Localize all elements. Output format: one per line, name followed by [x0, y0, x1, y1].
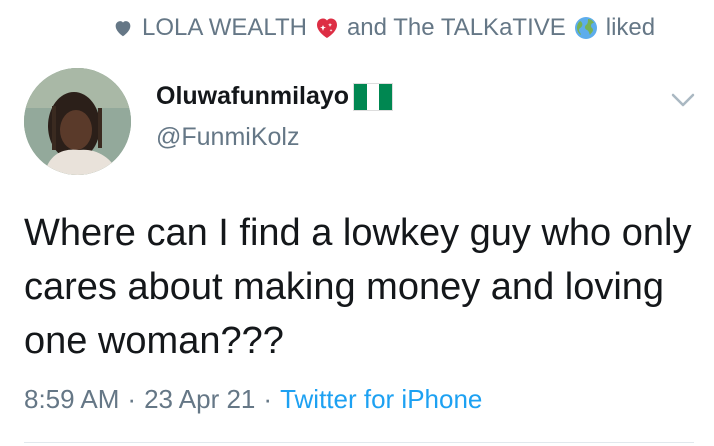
- heart-icon: [115, 21, 131, 37]
- display-name-text[interactable]: Oluwafunmilayo: [156, 82, 349, 111]
- meta-separator: ·: [263, 384, 273, 414]
- nigeria-flag-icon: [353, 82, 394, 111]
- author-handle[interactable]: @FunmiKolz: [156, 123, 393, 152]
- context-user-1[interactable]: LOLA WEALTH: [142, 14, 307, 42]
- context-conjunction[interactable]: and The TALKaTIVE: [347, 14, 566, 42]
- tweet-source-link[interactable]: Twitter for iPhone: [280, 384, 482, 415]
- context-action: liked: [605, 14, 656, 41]
- author-names: Oluwafunmilayo @FunmiKolz: [156, 82, 394, 152]
- tweet-meta: 8:59 AM · 23 Apr 21 · Twitter for iPhone: [24, 384, 482, 415]
- author-display-name[interactable]: Oluwafunmilayo: [156, 82, 394, 111]
- tweet-time[interactable]: 8:59 AM: [24, 384, 119, 415]
- meta-separator: ·: [127, 384, 137, 414]
- divider: [24, 442, 694, 443]
- tweet-header: Oluwafunmilayo @FunmiKolz: [24, 68, 704, 180]
- social-context[interactable]: LOLA WEALTH and The TALKaTIVE liked: [112, 14, 655, 42]
- tweet-date[interactable]: 23 Apr 21: [144, 384, 255, 415]
- tweet-text: Where can I find a lowkey guy who only c…: [24, 212, 692, 362]
- avatar[interactable]: [24, 68, 131, 175]
- globe-icon: [574, 17, 597, 39]
- chevron-down-icon[interactable]: [670, 90, 696, 110]
- sparkling-heart-icon: [316, 18, 337, 38]
- avatar-image: [24, 68, 131, 175]
